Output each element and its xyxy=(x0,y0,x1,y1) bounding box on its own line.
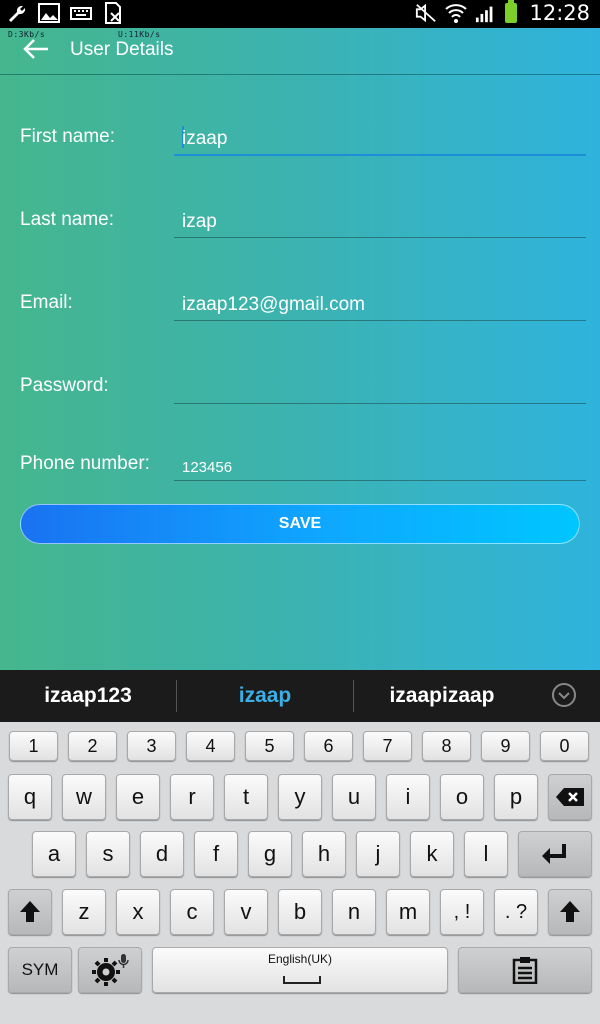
save-button[interactable]: SAVE xyxy=(20,504,580,544)
shift-key-right[interactable] xyxy=(548,889,592,935)
key-k[interactable]: k xyxy=(410,831,454,877)
wrench-icon xyxy=(6,2,28,24)
key-q[interactable]: q xyxy=(8,774,52,820)
language-label: English(UK) xyxy=(267,952,333,966)
phone-row: Phone number: xyxy=(0,446,600,486)
key-9[interactable]: 9 xyxy=(481,731,530,761)
backspace-icon xyxy=(556,788,584,806)
password-row: Password: xyxy=(0,369,600,409)
expand-suggestions-icon[interactable] xyxy=(552,683,576,707)
mute-icon xyxy=(415,2,437,24)
key-o[interactable]: o xyxy=(440,774,484,820)
password-label: Password: xyxy=(20,375,109,396)
password-input[interactable] xyxy=(182,377,578,399)
first-name-field[interactable] xyxy=(174,120,586,156)
first-name-row: First name: xyxy=(0,120,600,160)
last-name-row: Last name: xyxy=(0,203,600,243)
key-2[interactable]: 2 xyxy=(68,731,117,761)
email-field[interactable] xyxy=(174,286,586,321)
email-row: Email: xyxy=(0,286,600,326)
key-6[interactable]: 6 xyxy=(304,731,353,761)
email-label: Email: xyxy=(20,292,73,313)
last-name-input[interactable] xyxy=(182,211,578,233)
upload-speed: U:11Kb/s xyxy=(118,30,161,39)
signal-icon xyxy=(475,2,497,24)
key-comma[interactable]: , ! xyxy=(440,889,484,935)
key-y[interactable]: y xyxy=(278,774,322,820)
key-x[interactable]: x xyxy=(116,889,160,935)
phone-field[interactable] xyxy=(174,446,586,481)
key-c[interactable]: c xyxy=(170,889,214,935)
phone-input[interactable] xyxy=(182,459,578,476)
key-n[interactable]: n xyxy=(332,889,376,935)
key-d[interactable]: d xyxy=(140,831,184,877)
password-field[interactable] xyxy=(174,369,586,404)
key-8[interactable]: 8 xyxy=(422,731,471,761)
app-bar: D:3Kb/s U:11Kb/s User Details xyxy=(0,28,600,75)
back-arrow-icon[interactable] xyxy=(20,36,52,62)
gear-mic-icon xyxy=(92,954,129,986)
suggestion-item-selected[interactable]: izaap xyxy=(177,670,353,722)
suggestion-item[interactable]: izaap123 xyxy=(0,670,176,722)
suggestion-item[interactable]: izaapizaap xyxy=(354,670,530,722)
key-p[interactable]: p xyxy=(494,774,538,820)
keyboard-icon xyxy=(70,2,92,24)
sym-key[interactable]: SYM xyxy=(8,947,72,993)
user-details-screen: D:3Kb/s U:11Kb/s User Details First name… xyxy=(0,28,600,670)
key-e[interactable]: e xyxy=(116,774,160,820)
key-v[interactable]: v xyxy=(224,889,268,935)
key-0[interactable]: 0 xyxy=(540,731,589,761)
suggestion-bar: izaap123 izaap izaapizaap xyxy=(0,670,600,722)
key-s[interactable]: s xyxy=(86,831,130,877)
key-i[interactable]: i xyxy=(386,774,430,820)
first-name-input[interactable] xyxy=(182,128,578,150)
shift-icon xyxy=(20,901,40,922)
key-f[interactable]: f xyxy=(194,831,238,877)
key-b[interactable]: b xyxy=(278,889,322,935)
key-t[interactable]: t xyxy=(224,774,268,820)
page-title: User Details xyxy=(70,39,174,60)
space-key[interactable]: English(UK) xyxy=(152,947,448,993)
key-m[interactable]: m xyxy=(386,889,430,935)
key-1[interactable]: 1 xyxy=(9,731,58,761)
clipboard-icon xyxy=(512,957,538,984)
shift-key-left[interactable] xyxy=(8,889,52,935)
key-3[interactable]: 3 xyxy=(127,731,176,761)
key-4[interactable]: 4 xyxy=(186,731,235,761)
key-z[interactable]: z xyxy=(62,889,106,935)
key-h[interactable]: h xyxy=(302,831,346,877)
clock: 12:28 xyxy=(529,1,590,25)
image-icon xyxy=(38,2,60,24)
key-5[interactable]: 5 xyxy=(245,731,294,761)
key-l[interactable]: l xyxy=(464,831,508,877)
last-name-label: Last name: xyxy=(20,209,114,230)
key-w[interactable]: w xyxy=(62,774,106,820)
enter-key[interactable] xyxy=(518,831,592,877)
key-r[interactable]: r xyxy=(170,774,214,820)
email-input[interactable] xyxy=(182,294,578,316)
settings-key[interactable] xyxy=(78,947,142,993)
backspace-key[interactable] xyxy=(548,774,592,820)
key-u[interactable]: u xyxy=(332,774,376,820)
keyboard: 1 2 3 4 5 6 7 8 9 0 q w e r t y u i o p … xyxy=(0,722,600,1024)
battery-icon xyxy=(505,0,518,23)
status-bar: 12:28 xyxy=(0,0,600,28)
space-bar-icon xyxy=(283,976,321,984)
sim-icon xyxy=(102,2,124,24)
shift-icon xyxy=(560,901,580,922)
key-7[interactable]: 7 xyxy=(363,731,412,761)
first-name-label: First name: xyxy=(20,126,116,147)
phone-label: Phone number: xyxy=(20,453,150,474)
key-a[interactable]: a xyxy=(32,831,76,877)
clipboard-key[interactable] xyxy=(458,947,592,993)
wifi-icon xyxy=(445,2,468,24)
key-g[interactable]: g xyxy=(248,831,292,877)
key-period[interactable]: . ? xyxy=(494,889,538,935)
last-name-field[interactable] xyxy=(174,203,586,238)
key-j[interactable]: j xyxy=(356,831,400,877)
enter-icon xyxy=(542,844,566,864)
